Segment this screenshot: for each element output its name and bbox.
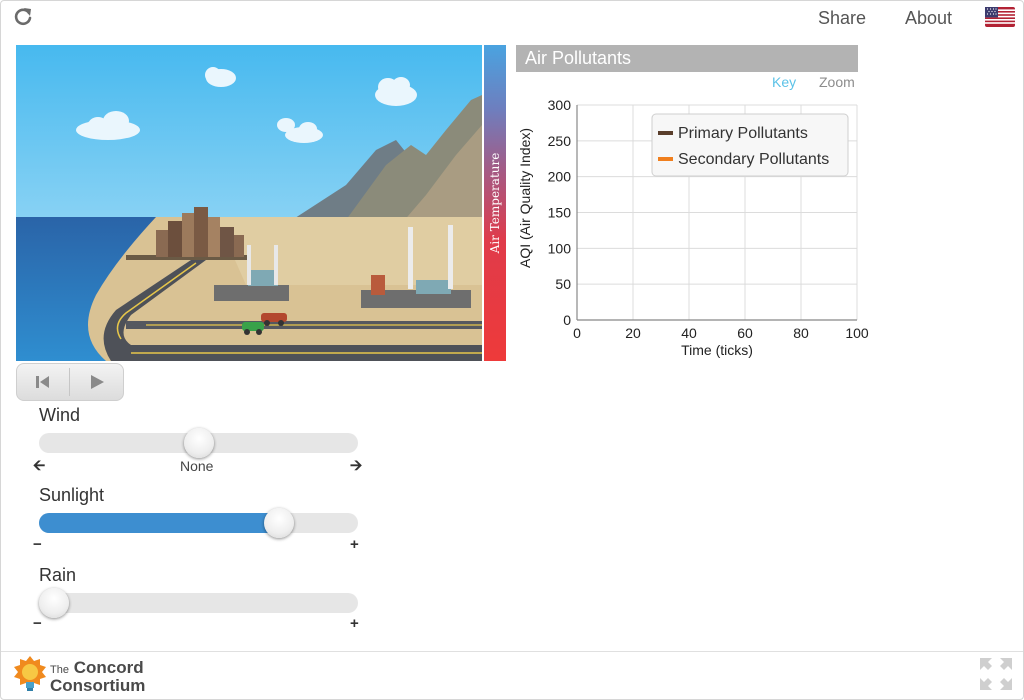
y-tick-label: 100 bbox=[548, 240, 572, 256]
y-tick-label: 200 bbox=[548, 169, 572, 185]
logo-small-text: The bbox=[50, 664, 69, 676]
sunlight-slider-handle[interactable] bbox=[264, 508, 294, 538]
x-tick-labels: 0 20 40 60 80 100 bbox=[573, 325, 869, 341]
lightbulb-icon[interactable] bbox=[12, 655, 48, 693]
aqi-chart[interactable]: 0 50 100 150 200 250 300 0 20 40 60 80 100 AQI (Air… bbox=[510, 90, 880, 370]
air-temperature-label-box: Air Temperature bbox=[484, 45, 506, 361]
zoom-link[interactable]: Zoom bbox=[819, 74, 855, 90]
plus-icon: + bbox=[350, 615, 359, 632]
arrow-right-icon: 🡪 bbox=[350, 457, 363, 474]
sunlight-slider[interactable] bbox=[39, 508, 358, 538]
wind-label: Wind bbox=[39, 405, 81, 425]
logo-line1: Concord bbox=[73, 658, 144, 677]
logo-line2: Consortium bbox=[50, 676, 146, 695]
skip-back-icon[interactable] bbox=[34, 374, 52, 390]
x-tick-label: 40 bbox=[681, 325, 697, 341]
x-axis-label: Time (ticks) bbox=[681, 342, 753, 358]
y-tick-label: 150 bbox=[548, 205, 572, 221]
plus-icon: + bbox=[350, 536, 359, 553]
city-scene bbox=[16, 45, 482, 361]
x-tick-label: 60 bbox=[737, 325, 753, 341]
minus-icon: − bbox=[33, 615, 42, 632]
x-tick-label: 20 bbox=[625, 325, 641, 341]
reload-icon[interactable] bbox=[12, 6, 34, 28]
rain-slider-handle[interactable] bbox=[39, 588, 69, 618]
x-tick-label: 0 bbox=[573, 325, 581, 341]
playback-controls bbox=[16, 363, 124, 401]
y-tick-label: 50 bbox=[555, 276, 571, 292]
rain-slider[interactable] bbox=[39, 588, 358, 618]
top-bar: Share About bbox=[0, 0, 1024, 40]
x-tick-label: 100 bbox=[845, 325, 869, 341]
wind-value-caption: None bbox=[180, 458, 214, 474]
y-tick-label: 300 bbox=[548, 97, 572, 113]
chart-legend: Primary Pollutants Secondary Pollutants bbox=[651, 113, 849, 177]
key-link[interactable]: Key bbox=[772, 74, 796, 90]
legend-label-secondary: Secondary Pollutants bbox=[678, 151, 829, 168]
minus-icon: − bbox=[33, 536, 42, 553]
fullscreen-icon[interactable] bbox=[978, 656, 1014, 692]
legend-label-primary: Primary Pollutants bbox=[678, 125, 808, 142]
sunlight-label: Sunlight bbox=[39, 485, 105, 505]
play-icon[interactable] bbox=[88, 374, 106, 390]
legend-swatch-secondary bbox=[658, 157, 673, 161]
rain-label: Rain bbox=[39, 565, 77, 585]
about-link[interactable]: About bbox=[905, 8, 952, 29]
air-temperature-label: Air Temperature bbox=[488, 152, 502, 254]
y-tick-label: 250 bbox=[548, 133, 572, 149]
legend-swatch-primary bbox=[658, 131, 673, 135]
x-tick-label: 80 bbox=[793, 325, 809, 341]
graph-title: Air Pollutants bbox=[516, 45, 858, 72]
wind-slider-handle[interactable] bbox=[184, 428, 214, 458]
sunlight-slider-fill bbox=[39, 513, 279, 533]
scene-illustration bbox=[16, 45, 482, 361]
controls-divider bbox=[69, 368, 70, 396]
share-link[interactable]: Share bbox=[818, 8, 866, 29]
wind-slider[interactable] bbox=[39, 428, 358, 458]
y-tick-labels: 0 50 100 150 200 250 300 bbox=[548, 97, 572, 328]
footer-divider bbox=[1, 651, 1023, 652]
y-axis-label: AQI (Air Quality Index) bbox=[517, 128, 533, 268]
us-flag-icon[interactable] bbox=[985, 7, 1015, 27]
concord-logo[interactable]: The Concord Consortium bbox=[50, 658, 160, 695]
arrow-left-icon: 🡨 bbox=[33, 457, 46, 474]
y-tick-label: 0 bbox=[563, 312, 571, 328]
